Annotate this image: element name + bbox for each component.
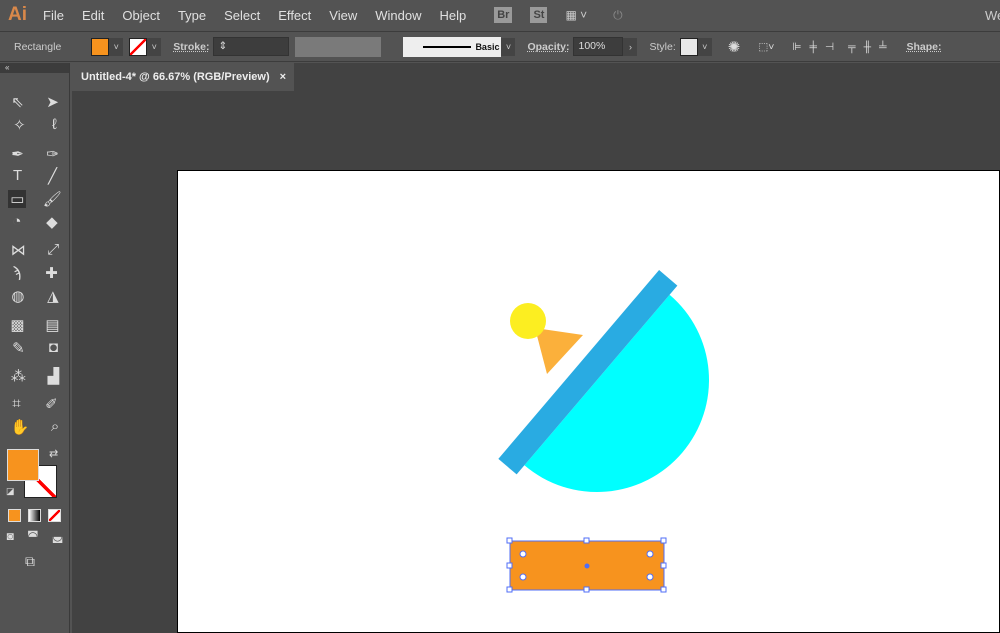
resize-handle[interactable] [506, 562, 513, 569]
resize-handle[interactable] [660, 562, 667, 569]
corner-widget[interactable] [646, 550, 654, 558]
artwork [498, 270, 709, 593]
orange-triangle[interactable] [535, 328, 583, 374]
corner-widget[interactable] [519, 573, 527, 581]
resize-handle[interactable] [506, 586, 513, 593]
resize-handle[interactable] [660, 586, 667, 593]
resize-handle[interactable] [506, 537, 513, 544]
resize-handle[interactable] [583, 586, 590, 593]
corner-widget[interactable] [519, 550, 527, 558]
selected-rectangle[interactable] [506, 537, 667, 593]
yellow-circle[interactable] [510, 303, 546, 339]
corner-widget[interactable] [646, 573, 654, 581]
resize-handle[interactable] [583, 537, 590, 544]
resize-handle[interactable] [660, 537, 667, 544]
center-point [584, 563, 590, 569]
